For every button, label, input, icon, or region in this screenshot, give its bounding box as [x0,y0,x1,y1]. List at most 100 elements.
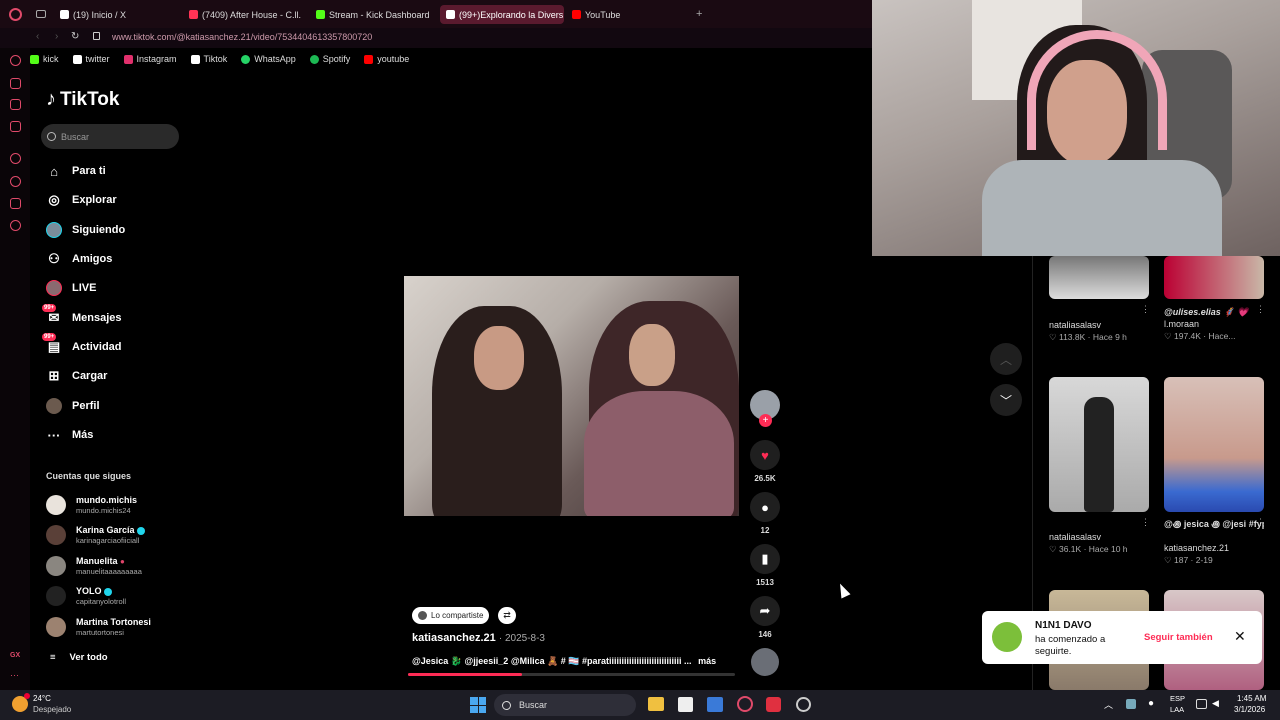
friends-icon: ⚇ [48,251,60,266]
tab-tiktok[interactable]: (99+)Explorando la Divers [440,5,564,24]
nav-mensajes[interactable]: ✉ 99+ Mensajes [42,304,122,329]
lock-icon [93,32,100,40]
wifi-icon[interactable] [1196,699,1207,709]
nav-perfil[interactable]: Perfil [46,395,100,417]
language-code[interactable]: ESP [1170,694,1185,703]
forward-icon[interactable]: › [55,31,58,42]
heart-icon[interactable] [10,153,21,164]
repost-icon[interactable]: ⇄ [498,607,516,624]
mail-icon[interactable] [707,697,723,712]
comment-action[interactable]: ● 12 [749,492,781,535]
windows-start-icon[interactable] [470,697,486,713]
grid-meta: nataliasalasv ♡ 36.1K · Hace 10 h [1049,532,1128,554]
language-layout[interactable]: LAA [1170,705,1184,714]
share-action[interactable]: ➦ 146 [749,596,781,639]
clock-icon[interactable] [10,176,21,187]
gx-control-icon[interactable] [10,78,21,89]
workspaces-icon[interactable] [36,10,46,18]
tiktok-logo[interactable]: ♪ TikTok [46,88,119,111]
tab-x[interactable]: (19) Inicio / X [54,5,184,24]
youtube-favicon-icon [572,10,581,19]
weather-temp: 24°C [33,694,51,703]
following-account[interactable]: mundo.michis mundo.michis24 [46,492,137,518]
close-icon[interactable]: ✕ [1234,628,1246,645]
tray-chevron-icon[interactable]: ︿ [1104,698,1113,711]
clock-time[interactable]: 1:45 AM [1237,694,1266,703]
nav-actividad[interactable]: ▤ 99+ Actividad [42,333,122,358]
nav-amigos[interactable]: ⚇ Amigos [46,248,112,270]
nav-mas[interactable]: ··· Más [46,424,94,446]
tab-youtube[interactable]: YouTube [566,5,686,24]
grid-thumbnail[interactable] [1164,256,1264,299]
follow-plus-icon[interactable]: + [759,414,772,427]
history-icon[interactable] [10,55,21,66]
app-icon[interactable] [766,697,781,712]
more-options-icon[interactable]: ⋮ [1256,304,1265,315]
opera-logo-icon[interactable] [9,8,22,21]
network-tray-icon[interactable] [1126,699,1136,709]
opera-gx-icon[interactable] [737,696,753,712]
messages-badge: 99+ [42,304,57,312]
speaker-icon[interactable]: ◀ [1212,698,1219,709]
settings-icon[interactable] [10,220,21,231]
following-account[interactable]: Karina García karinagarciaofiiciall [46,522,146,548]
nav-siguiendo[interactable]: Siguiendo [46,219,125,241]
more-options-icon[interactable]: ⋮ [1141,517,1150,528]
bookmark-whatsapp[interactable]: WhatsApp [241,54,296,64]
video-progress-fill [408,673,523,676]
video-progress-bar[interactable] [408,673,735,676]
next-video-icon[interactable]: ﹀ [990,384,1022,416]
whatsapp-icon [241,54,251,64]
bookmark-twitter[interactable]: twitter [72,54,110,64]
follow-back-button[interactable]: Seguir también [1144,632,1213,643]
tab-after-house[interactable]: (7409) After House - C.ll. [183,5,303,24]
url-field[interactable]: www.tiktok.com/@katiasanchez.21/video/75… [112,32,372,42]
store-icon[interactable] [678,697,693,712]
nav-live[interactable]: LIVE [46,277,96,299]
clock-date[interactable]: 3/1/2026 [1234,705,1265,714]
more-link[interactable]: más [698,656,716,666]
grid-thumbnail[interactable] [1049,377,1149,512]
lips-icon: ● [120,557,125,566]
nav-cargar[interactable]: ⊞ Cargar [46,365,108,387]
sidebar-more-icon[interactable]: ··· [10,670,19,680]
prev-video-icon[interactable]: ︿ [990,343,1022,375]
see-all-link[interactable]: ≡ Ver todo [50,652,108,663]
video-player[interactable] [404,276,739,516]
grid-thumbnail[interactable] [1164,377,1264,512]
search-input[interactable]: Buscar [41,124,179,149]
share-icon: ➦ [750,596,780,626]
new-tab-icon[interactable]: + [696,8,702,20]
settings-icon[interactable] [796,697,811,712]
bookmark-youtube[interactable]: youtube [364,54,409,64]
grid-thumbnail[interactable] [1049,256,1149,299]
back-icon[interactable]: ‹ [36,31,39,42]
taskbar-search[interactable]: Buscar [494,694,636,716]
nav-explorar[interactable]: ◎ Explorar [46,189,116,211]
avatar [46,495,66,515]
bookmark-instagram[interactable]: Instagram [123,54,177,64]
video-author[interactable]: katiasanchez.21 · 2025-8-3 [412,632,545,644]
following-account[interactable]: Manuelita ● manuelitaaaaaaaaa [46,553,142,579]
more-options-icon[interactable]: ⋮ [1256,517,1265,528]
bookmark-kick[interactable]: kick [30,54,59,64]
save-action[interactable]: ▮ 1513 [749,544,781,587]
more-options-icon[interactable]: ⋮ [1141,304,1150,315]
messenger-icon[interactable] [10,121,21,132]
bookmark-spotify[interactable]: Spotify [309,54,350,64]
music-disc[interactable] [749,648,781,676]
bookmark-tiktok[interactable]: Tiktok [190,54,227,64]
like-action[interactable]: ♥ 26.5K [749,440,781,483]
shared-chip[interactable]: Lo compartiste [412,607,490,624]
following-account[interactable]: YOLO capitanyolotroll [46,583,126,609]
tab-kick-dashboard[interactable]: Stream - Kick Dashboard [310,5,435,24]
nav-para-ti[interactable]: ⌂ Para ti [46,160,106,182]
mic-icon[interactable]: ● [1148,698,1154,709]
reload-icon[interactable]: ↻ [71,31,79,42]
following-account[interactable]: Martina Tortonesi martutortonesi [46,614,151,640]
creator-avatar[interactable]: + [749,390,781,427]
extensions-icon[interactable] [10,198,21,209]
avatar [46,525,66,545]
file-explorer-icon[interactable] [648,697,664,711]
twitch-icon[interactable] [10,99,21,110]
